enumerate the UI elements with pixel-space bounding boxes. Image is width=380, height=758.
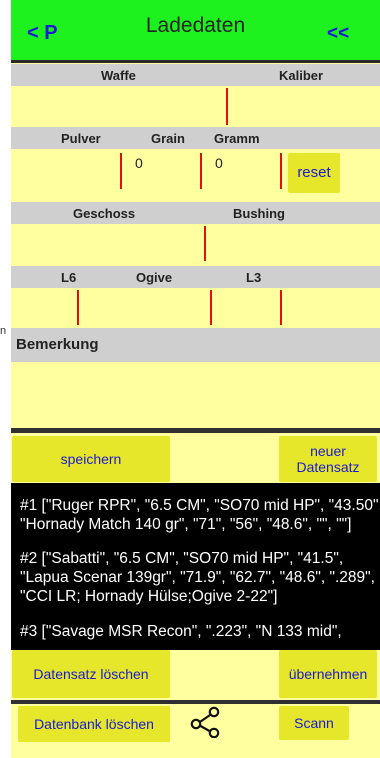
list-item-1-line1: #1 ["Ruger RPR", "6.5 CM", "SO70 mid HP"… (20, 497, 380, 514)
list-item-2-line1: #2 ["Sabatti", "6.5 CM", "SO70 mid HP", … (20, 550, 344, 567)
list-item-1-line2: "Hornady Match 140 gr", "71", "56", "48.… (20, 516, 352, 533)
label-bar-geschoss: Geschoss Bushing (11, 202, 380, 224)
datenbank-loeschen-button[interactable]: Datenbank löschen (18, 706, 170, 742)
share-icon[interactable] (190, 706, 220, 738)
grain-input[interactable]: 0 (122, 149, 200, 199)
edge-fragment: n (0, 325, 7, 337)
label-bar-waffe-kaliber: Waffe Kaliber (11, 64, 380, 86)
ogive-input[interactable] (79, 288, 210, 328)
neuer-label-line1: neuer (310, 443, 346, 459)
reset-button[interactable]: reset (288, 153, 340, 193)
app-screen: < P Ladedaten << Waffe Kaliber Pulver Gr… (11, 0, 380, 758)
divider (11, 700, 380, 704)
label-bar-bemerkung: Bemerkung (11, 328, 380, 362)
scann-button[interactable]: Scann (279, 706, 349, 740)
grain-value: 0 (135, 155, 143, 171)
page-title: Ladedaten (145, 14, 246, 37)
label-gramm: Gramm (214, 131, 260, 146)
l3-input[interactable] (212, 288, 280, 328)
label-ogive: Ogive (136, 270, 173, 285)
neuer-datensatz-button[interactable]: neuer Datensatz (279, 436, 377, 482)
label-bar-pulver: Pulver Grain Gramm (11, 127, 380, 149)
uebernehmen-button[interactable]: übernehmen (279, 650, 377, 698)
list-item-2-line3: "CCI LR; Hornady Hülse;Ogive 2-22"] (20, 588, 278, 605)
label-l3: L3 (246, 270, 262, 285)
text-cursor (204, 226, 206, 261)
speichern-button[interactable]: speichern (12, 436, 170, 482)
label-bemerkung: Bemerkung (16, 336, 99, 353)
label-waffe: Waffe (101, 68, 136, 83)
gramm-value: 0 (215, 155, 223, 171)
neuer-label-line2: Datensatz (296, 459, 360, 475)
label-bushing: Bushing (233, 206, 285, 221)
records-list[interactable]: #1 ["Ruger RPR", "6.5 CM", "SO70 mid HP"… (11, 483, 380, 650)
back-button[interactable]: << (327, 23, 349, 45)
text-cursor (226, 88, 228, 125)
label-kaliber: Kaliber (279, 68, 324, 83)
waffe-input[interactable] (11, 86, 226, 127)
bushing-input[interactable] (207, 224, 327, 262)
bemerkung-input[interactable] (11, 362, 380, 428)
text-cursor (280, 153, 282, 189)
text-cursor (280, 290, 282, 325)
gramm-input[interactable]: 0 (202, 149, 280, 199)
pulver-input[interactable] (11, 149, 120, 199)
l6-input[interactable] (11, 288, 77, 328)
kaliber-input[interactable] (228, 86, 380, 127)
header-bar: < P Ladedaten << (11, 0, 380, 63)
label-geschoss: Geschoss (73, 206, 136, 221)
bottom-strip (11, 748, 380, 758)
list-item-2-line2: "Lapua Scenar 139gr", "71.9", "62.7", "4… (20, 569, 375, 586)
label-pulver: Pulver (61, 131, 101, 146)
geschoss-input[interactable] (11, 224, 204, 262)
list-item-3-line1: #3 ["Savage MSR Recon", ".223", "N 133 m… (20, 623, 342, 640)
label-bar-lengths: L6 Ogive L3 (11, 266, 380, 288)
label-l6: L6 (61, 270, 77, 285)
divider (11, 428, 380, 433)
datensatz-loeschen-button[interactable]: Datensatz löschen (12, 650, 170, 698)
label-grain: Grain (151, 131, 185, 146)
